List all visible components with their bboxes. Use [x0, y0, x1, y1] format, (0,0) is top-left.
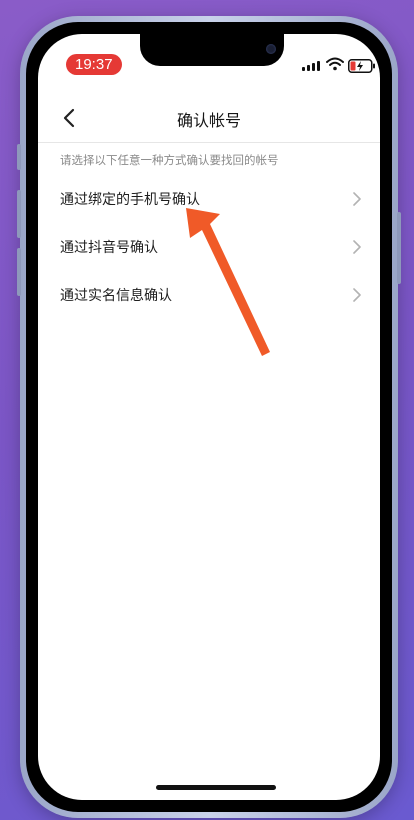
navigation-bar: 确认帐号 — [38, 94, 380, 143]
notch — [140, 34, 284, 66]
verify-by-phone-item[interactable]: 通过绑定的手机号确认 — [38, 176, 380, 222]
mute-switch — [17, 144, 21, 170]
page-title: 确认帐号 — [176, 111, 241, 130]
menu-item-label: 通过绑定的手机号确认 — [60, 192, 200, 208]
cellular-signal-icon — [302, 61, 320, 71]
wifi-icon — [326, 57, 344, 71]
phone-bezel: 19:37 确认帐号 请选择以下任意一种方式确认要找回的帐号 通过绑定的手机号确… — [26, 22, 392, 812]
menu-item-label: 通过抖音号确认 — [60, 240, 158, 256]
front-camera — [266, 44, 276, 54]
instruction-text: 请选择以下任意一种方式确认要找回的帐号 — [60, 153, 279, 167]
screen: 19:37 确认帐号 请选择以下任意一种方式确认要找回的帐号 通过绑定的手机号确… — [38, 34, 380, 800]
menu-item-label: 通过实名信息确认 — [60, 288, 172, 304]
volume-down-button — [17, 248, 21, 296]
verify-by-real-name-item[interactable]: 通过实名信息确认 — [38, 272, 380, 318]
verify-by-douyin-id-item[interactable]: 通过抖音号确认 — [38, 224, 380, 270]
status-time: 19:37 — [66, 54, 122, 75]
volume-up-button — [17, 190, 21, 238]
chevron-right-icon — [353, 240, 361, 254]
home-indicator — [156, 785, 276, 790]
power-button — [397, 212, 401, 284]
phone-frame: 19:37 确认帐号 请选择以下任意一种方式确认要找回的帐号 通过绑定的手机号确… — [17, 16, 401, 818]
chevron-right-icon — [353, 192, 361, 206]
chevron-right-icon — [353, 288, 361, 302]
battery-charging-icon — [348, 59, 375, 73]
